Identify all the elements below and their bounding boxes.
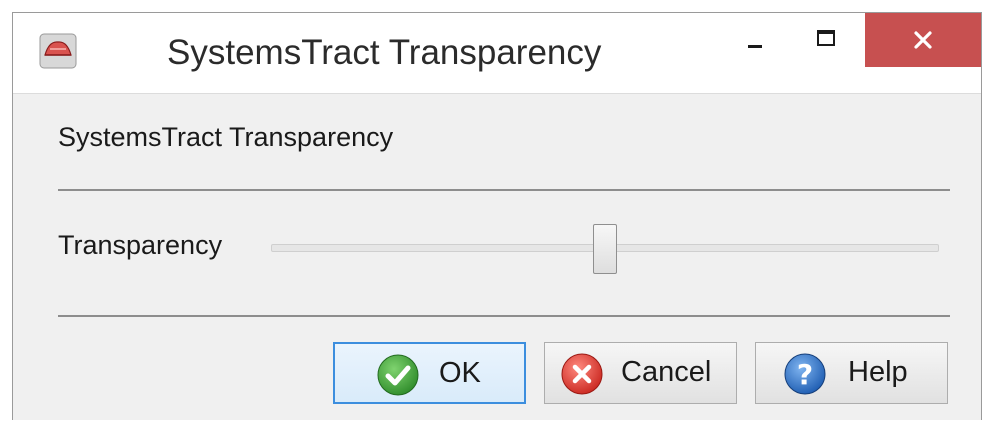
divider bbox=[58, 189, 950, 191]
maximize-button[interactable] bbox=[791, 13, 859, 67]
transparency-slider[interactable] bbox=[271, 224, 939, 274]
close-icon bbox=[914, 31, 932, 49]
ok-button[interactable]: OK bbox=[333, 342, 526, 404]
ok-label: OK bbox=[439, 357, 481, 389]
maximize-icon bbox=[817, 30, 835, 46]
svg-text:?: ? bbox=[797, 358, 813, 391]
question-mark-icon: ? bbox=[784, 353, 826, 395]
cancel-x-icon bbox=[561, 353, 603, 395]
check-icon bbox=[377, 354, 419, 396]
title-bar[interactable]: SystemsTract Transparency bbox=[13, 13, 981, 93]
cancel-button[interactable]: Cancel bbox=[544, 342, 737, 404]
transparency-label: Transparency bbox=[58, 230, 223, 260]
minimize-button[interactable] bbox=[719, 13, 789, 67]
dialog-body: SystemsTract Transparency Transparency O… bbox=[13, 93, 981, 420]
slider-thumb[interactable] bbox=[593, 224, 617, 274]
close-button[interactable] bbox=[865, 13, 981, 67]
minimize-icon bbox=[748, 45, 762, 48]
cancel-label: Cancel bbox=[621, 356, 712, 388]
help-button[interactable]: ? Help bbox=[755, 342, 948, 404]
dialog-header: SystemsTract Transparency bbox=[58, 122, 394, 152]
divider bbox=[58, 315, 950, 317]
dialog-window: SystemsTract Transparency SystemsTract T… bbox=[12, 12, 982, 420]
red-cross-section-icon bbox=[39, 33, 77, 69]
window-title: SystemsTract Transparency bbox=[167, 33, 602, 72]
help-label: Help bbox=[848, 356, 908, 388]
